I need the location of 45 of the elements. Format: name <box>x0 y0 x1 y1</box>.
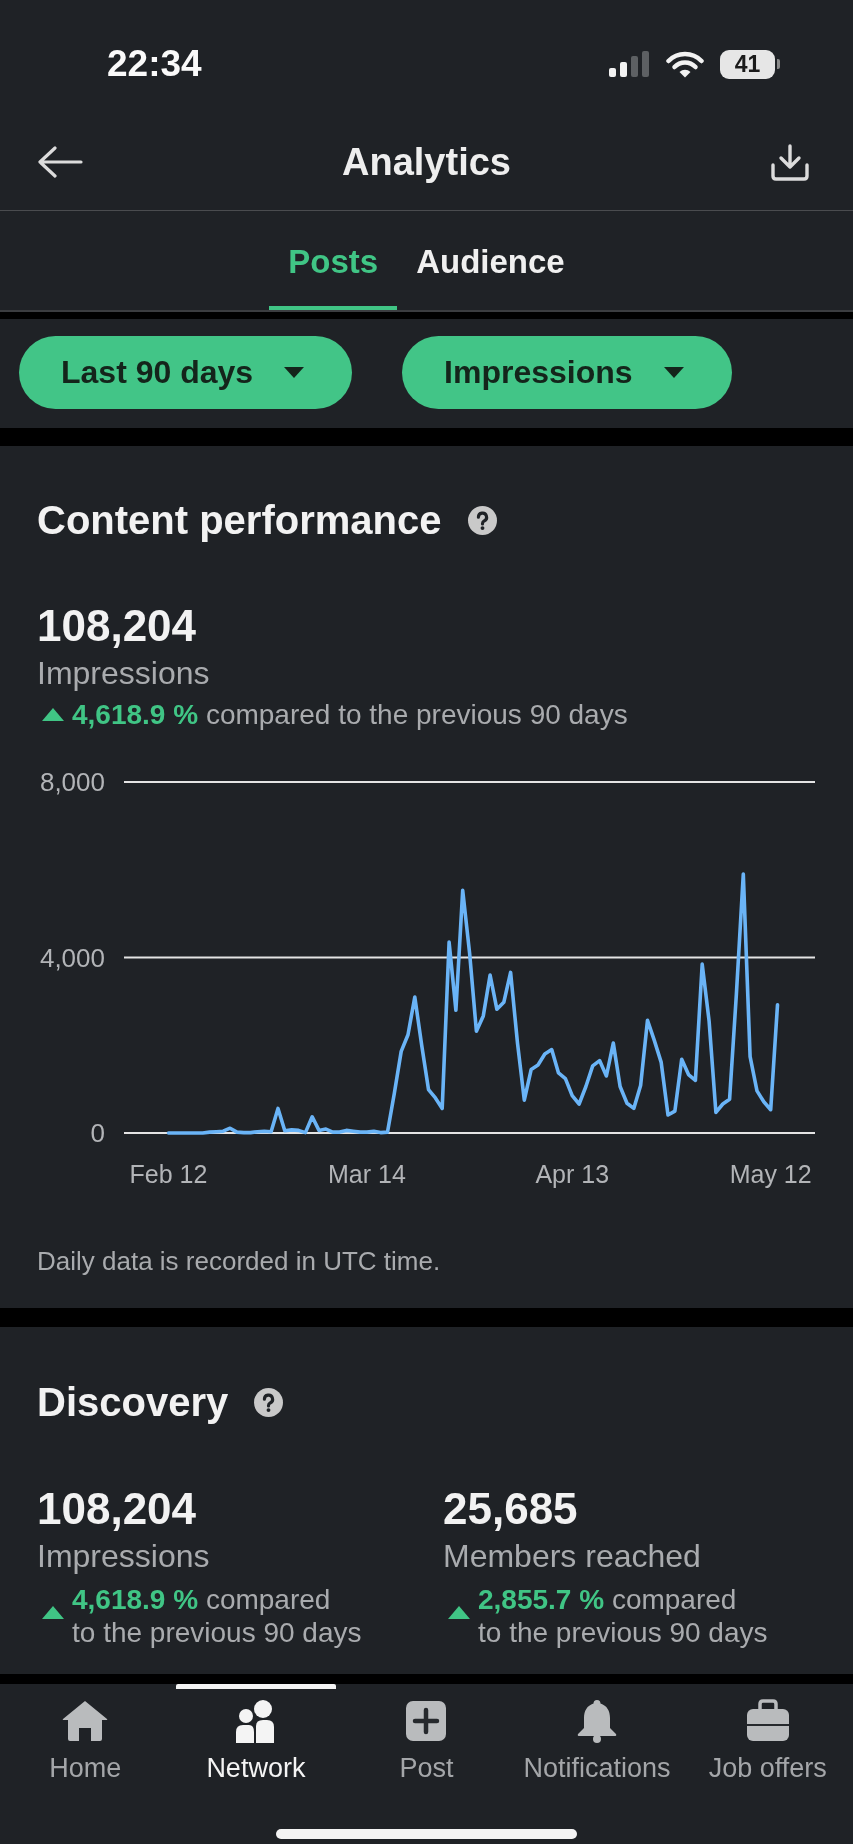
page-title: Analytics <box>342 140 511 185</box>
tab[interactable]: Audience <box>397 211 584 310</box>
back-button[interactable] <box>37 146 83 178</box>
caret-icon <box>284 367 305 378</box>
download-button[interactable] <box>770 143 810 181</box>
filter-dropdown[interactable]: Last 90 days <box>19 336 353 409</box>
x-axis-label: May 12 <box>729 1160 812 1188</box>
stat-value: 25,685 <box>443 1483 579 1535</box>
x-axis-label: Mar 14 <box>328 1160 406 1188</box>
nav-item[interactable]: Job offers <box>687 1684 848 1784</box>
nav-item[interactable]: Post <box>346 1684 507 1784</box>
nav-item[interactable]: Network <box>175 1684 336 1784</box>
section-title: Content performance <box>37 497 442 544</box>
download-icon <box>770 143 810 181</box>
nav-item[interactable]: Home <box>5 1684 166 1784</box>
change-text: 4,618.9 % compared to the previous 90 days <box>72 1583 362 1649</box>
x-axis-label: Feb 12 <box>129 1160 208 1188</box>
change-text: 2,855.7 % compared to the previous 90 days <box>478 1583 768 1649</box>
y-axis-label: 8,000 <box>39 767 105 797</box>
wifi-icon <box>666 50 704 78</box>
y-axis-label: 4,000 <box>39 942 105 973</box>
trend-up-icon <box>448 1606 470 1619</box>
stat-value: 108,204 <box>37 1483 198 1535</box>
x-axis-label: Apr 13 <box>535 1160 610 1188</box>
tab[interactable]: Posts <box>269 211 398 310</box>
back-arrow-icon <box>37 146 83 178</box>
signal-icon <box>609 51 650 77</box>
y-axis-label: 0 <box>90 1118 105 1148</box>
stat-label: Impressions <box>37 1537 211 1576</box>
footnote: Daily data is recorded in UTC time. <box>37 1245 442 1277</box>
nav-item[interactable]: Notifications <box>517 1684 678 1784</box>
stat-value: 108,204 <box>37 600 198 652</box>
status-time: 22:34 <box>107 45 202 83</box>
caret-icon <box>663 367 684 378</box>
help-icon[interactable] <box>254 1387 284 1417</box>
stat-label: Impressions <box>37 654 211 693</box>
stat-label: Members reached <box>443 1537 702 1576</box>
change-text: 4,618.9 % compared to the previous 90 days <box>72 698 628 732</box>
battery-percentage: 41 <box>734 51 761 77</box>
filter-dropdown[interactable]: Impressions <box>402 336 732 409</box>
help-icon[interactable] <box>467 505 497 535</box>
trend-up-icon <box>42 1606 64 1619</box>
trend-up-icon <box>42 708 64 721</box>
home-icon <box>61 1699 110 1743</box>
section-title: Discovery <box>37 1379 229 1426</box>
